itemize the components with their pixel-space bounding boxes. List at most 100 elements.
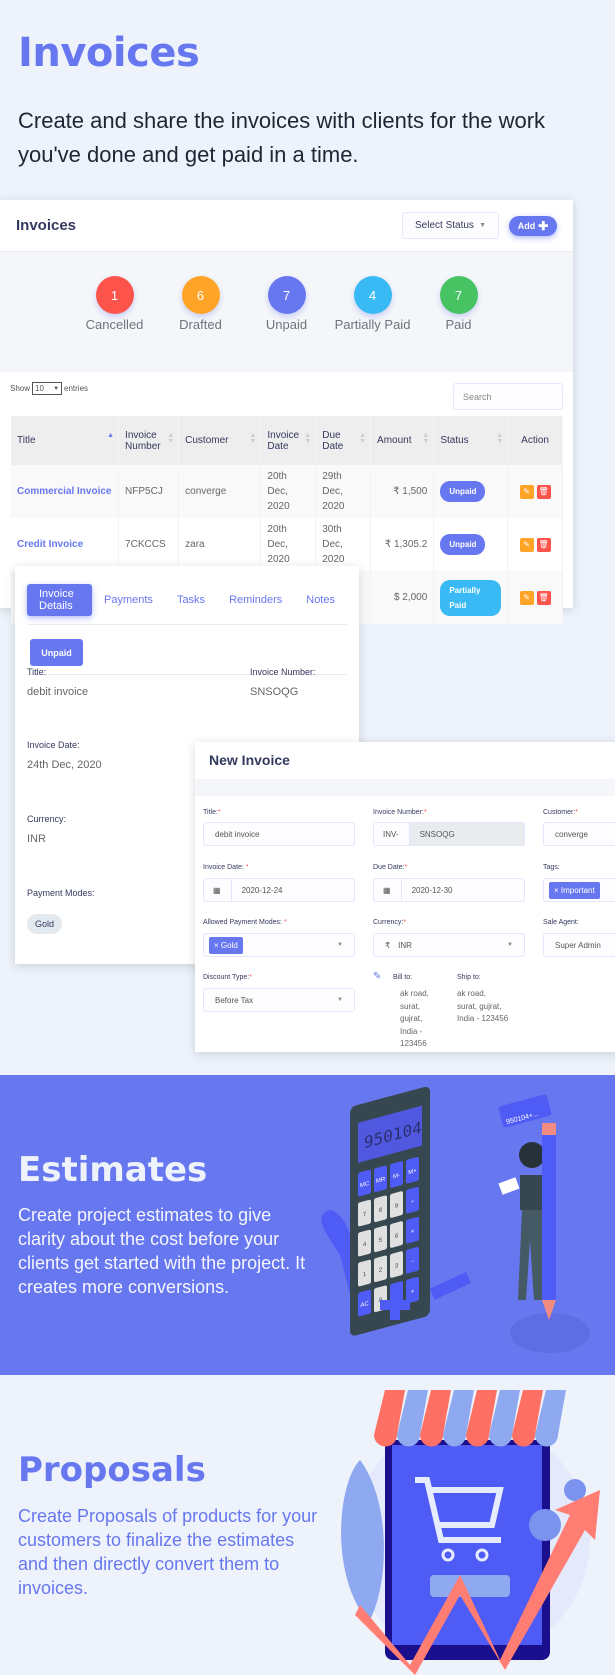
invoice-title-link[interactable]: Commercial Invoice [11,465,120,518]
column-header-label: Due Date [322,429,344,452]
address-line: India - [400,1026,423,1036]
column-header[interactable]: Action [507,416,563,465]
invoice-title-link[interactable]: Credit Invoice [11,518,120,571]
tab-reminders[interactable]: Reminders [217,584,294,616]
tab-tasks[interactable]: Tasks [165,584,217,616]
detail-date-label: Invoice Date: [27,740,80,750]
entries-select[interactable]: 10 ▼ [32,382,63,395]
count-circle: 1 [95,276,134,314]
add-invoice-button[interactable]: Add ✚ [509,215,557,236]
column-header[interactable]: Due Date ▲ ▼ [315,416,372,465]
hero-description: Create and share the invoices with clien… [18,108,546,167]
calculator-key: + [406,1276,419,1304]
tab-payments[interactable]: Payments [92,584,165,616]
title-input[interactable]: debit invoice [203,822,355,846]
proposals-description: Create Proposals of products for your cu… [18,1506,318,1598]
calculator-key: 9 [390,1191,403,1218]
calculator-key: 5 [374,1225,387,1253]
rupee-icon: ₹ [385,940,391,950]
calendar-icon: ▦ [213,879,232,901]
status-count-partially-paid[interactable]: 4 Partially Paid [335,276,410,372]
detail-payment-modes-label: Payment Modes: [27,888,95,898]
edit-icon[interactable]: ✎ [519,537,534,552]
count-label: Paid [445,317,472,332]
due-date-label: Due Date:* [373,864,408,871]
discount-type-select[interactable]: Before Tax ▼ [203,988,355,1012]
column-header[interactable]: Amount ▲ ▼ [370,416,435,465]
calculator-key: M- [390,1161,403,1188]
entries-value: 10 [35,384,44,393]
proposals-title: Proposals [18,1450,206,1490]
count-circle: 7 [439,276,478,314]
count-circle: 6 [181,276,220,314]
trash-icon[interactable]: 🗑 [536,590,551,605]
column-header[interactable]: Invoice Number ▲ ▼ [118,416,180,465]
invoice-customer: zara [178,518,262,571]
payment-mode-chip[interactable]: × Gold [209,936,243,954]
shop-illustration [341,1390,600,1675]
shadow-ellipse [510,1313,590,1353]
calculator-key: 4 [358,1229,371,1257]
address-line: gujrat, [400,1014,423,1023]
trash-icon[interactable]: 🗑 [536,537,551,552]
payment-modes-select[interactable]: × Gold ▼ [203,933,355,957]
due-date-value: 2020-12-30 [411,885,453,895]
calculator-key: × [406,1216,419,1244]
status-count-drafted[interactable]: 6 Drafted [177,276,225,372]
column-header[interactable]: Customer ▲ ▼ [178,416,262,465]
edit-icon[interactable]: ✎ [519,484,534,499]
caret-down-icon: ▼ [337,997,343,1003]
page-title: Invoices [18,30,200,76]
invoice-number-input[interactable]: INV- SNSOQG [373,822,525,846]
column-header[interactable]: Title ▲ [11,416,120,465]
calculator-key: MC [358,1169,371,1197]
divider [27,624,347,625]
currency-value: INR [398,940,412,950]
edit-address-icon[interactable]: ✎ [373,971,381,982]
calculator-key: 6 [390,1221,403,1248]
invoice-date-input[interactable]: ▦ 2020-12-24 [203,878,355,902]
payment-modes-label: Allowed Payment Modes: * [203,919,287,926]
status-count-unpaid[interactable]: 7 Unpaid [263,276,311,372]
customer-select[interactable]: converge [543,822,615,846]
invoice-date: 20th Dec, 2020 [260,518,317,571]
caret-down-icon: ▼ [337,942,343,948]
discount-type-label: Discount Type:* [203,974,252,981]
sale-agent-select[interactable]: Super Admin [543,933,615,957]
calculator-key: MR [374,1165,387,1193]
detail-number-value: SNSOQG [250,686,299,698]
currency-select[interactable]: ₹ INR ▼ [373,933,525,957]
calculator-key: − [406,1246,419,1274]
column-header[interactable]: Invoice Date ▲ ▼ [260,416,317,465]
caret-down-icon: ▼ [479,222,486,229]
new-invoice-card: New Invoice Title:* debit invoice Invoic… [195,742,615,1052]
tags-input[interactable]: × Important [543,878,615,902]
search-input[interactable]: Search [453,383,563,410]
payment-mode-pill: Gold [27,914,63,934]
status-count-cancelled[interactable]: 1 Cancelled [86,276,143,372]
estimates-description: Create project estimates to give clarity… [18,1205,306,1297]
sort-icon: ▲ ▼ [304,432,312,445]
tab-invoice-details[interactable]: Invoice Details [27,584,93,616]
invoice-list-header: Invoices Select Status ▼ Add ✚ [0,200,573,252]
status-count-paid[interactable]: 7 Paid [435,276,483,372]
action-cell: ✎ 🗑 [507,518,563,571]
svg-text:×: × [411,1228,415,1236]
edit-icon[interactable]: ✎ [519,590,534,605]
status-select[interactable]: Select Status ▼ [402,212,499,239]
status-button[interactable]: Unpaid [30,639,83,666]
invoice-amount: ₹ 1,305.2 [370,518,435,571]
estimates-section: Estimates Create project estimates to gi… [0,1075,615,1375]
trash-icon[interactable]: 🗑 [536,484,551,499]
show-label: Show [10,384,31,393]
calculator-key: 7 [358,1199,371,1227]
due-date-input[interactable]: ▦ 2020-12-30 [373,878,525,902]
caret-down-icon: ▼ [507,942,513,948]
column-header[interactable]: Status ▲ ▼ [433,416,509,465]
status-cell: Unpaid [433,518,509,571]
status-select-placeholder: Select Status [415,220,474,231]
tab-notes[interactable]: Notes [294,584,347,616]
tag-chip[interactable]: × Important [549,881,600,899]
invoice-number-label: Invoice Number:* [373,809,427,816]
invoice-amount: $ 2,000 [370,571,435,624]
